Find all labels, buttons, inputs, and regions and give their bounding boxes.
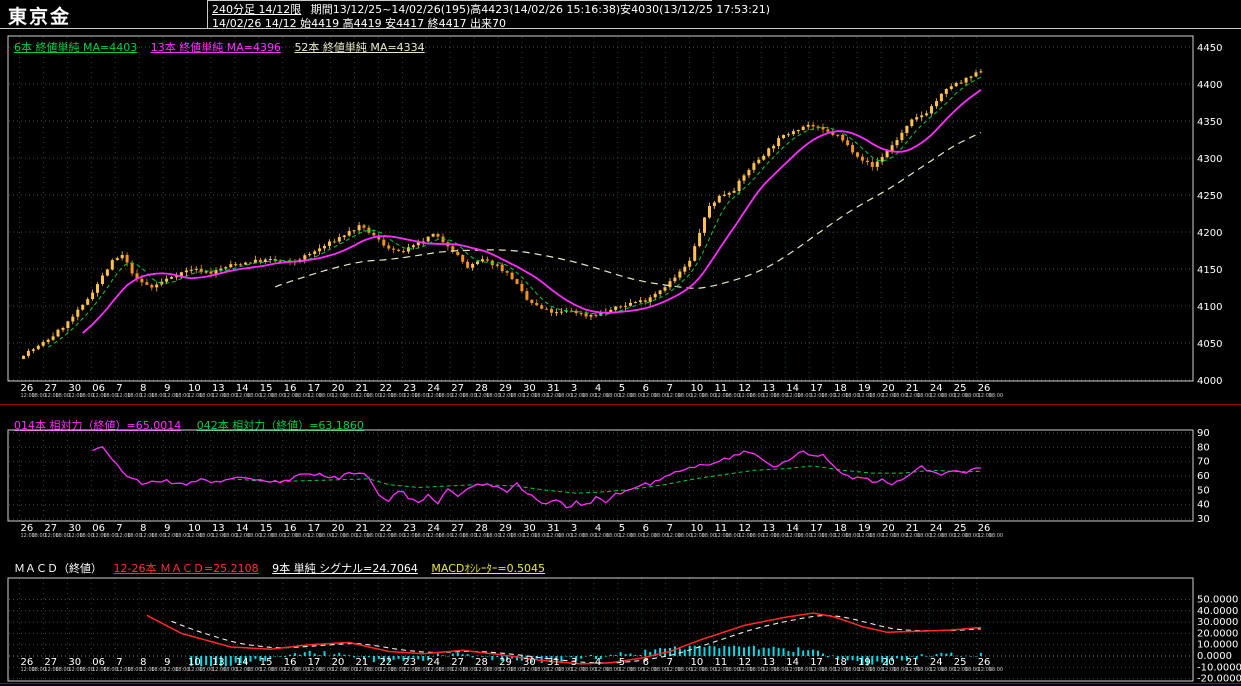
macd-axis-label: 30.0000 — [1197, 617, 1238, 628]
ma52-line — [274, 131, 982, 289]
rsi-axis-label: 90 — [1197, 429, 1210, 439]
rsi-axis-label: 80 — [1197, 442, 1210, 453]
ma6-legend-link[interactable]: 6本 終値単純 MA=4403 — [14, 41, 137, 54]
signal-line — [171, 615, 981, 664]
price-axis-label: 4250 — [1197, 191, 1222, 202]
macd-x-axis: 26 12:00 18:00 27 12:00 18:00 30 12:00 18:00 06 12… — [0, 657, 1241, 677]
price-axis-label: 4100 — [1197, 302, 1222, 313]
price-panel: 4450 4400 4350 4300 4250 4200 4150 4100 4050 4000… — [0, 29, 1241, 404]
price-x-axis: 26 12:00 18:00 27 12:00 18:00 30 12:00 18:00 06 12… — [0, 383, 1241, 403]
ma-legend: 6本 終値単純 MA=4403 13本 終値単純 MA=4396 52本 終値単… — [14, 39, 425, 55]
separator-line-bottom — [0, 683, 1241, 684]
price-plot-border — [7, 35, 1194, 382]
rsi-chart[interactable]: 90 80 70 60 50 40 30 — [0, 429, 1241, 523]
macd-axis-label: 20.0000 — [1197, 628, 1238, 639]
macd-axis-label: 50.0000 — [1197, 595, 1238, 606]
price-axis-label: 4150 — [1197, 265, 1222, 276]
rsi-axis-label: 50 — [1197, 485, 1210, 496]
rsi-axis-label: 60 — [1197, 471, 1210, 482]
time-label: 18:00 — [988, 393, 1004, 399]
price-axis-label: 4350 — [1197, 117, 1222, 128]
rsi-axis-label: 40 — [1197, 500, 1210, 511]
ma13-legend-link[interactable]: 13本 終値単純 MA=4396 — [151, 41, 281, 54]
price-axis-label: 4400 — [1197, 80, 1222, 91]
header: 東京金 240分足 14/12限 期間13/12/25~14/02/26(195… — [0, 0, 1241, 30]
price-chart[interactable]: 4450440043504300425042004150410040504000 — [0, 29, 1241, 404]
time-label: 18:00 — [988, 533, 1004, 539]
price-axis-label: 4450 — [1197, 43, 1222, 54]
chart-window: 東京金 240分足 14/12限 期間13/12/25~14/02/26(195… — [0, 0, 1241, 686]
macd-axis-label: 40.0000 — [1197, 606, 1238, 617]
ma6-line — [47, 76, 982, 348]
header-box-left-line — [207, 0, 208, 28]
rsi-axis-label: 30 — [1197, 514, 1210, 523]
price-axis-label: 4050 — [1197, 339, 1222, 350]
time-label: 18:00 — [988, 667, 1004, 673]
macd-panel: ＭＡＣＤ（終値） 12-26本 ＭＡＣＤ=25.2108 9本 単純 シグナル=… — [0, 555, 1241, 686]
price-axis-label: 4200 — [1197, 228, 1222, 239]
page-title: 東京金 — [8, 6, 72, 28]
rsi14-line — [92, 446, 981, 509]
rsi-x-axis: 26 12:00 18:00 27 12:00 18:00 30 12:00 18:00 06 12… — [0, 523, 1241, 543]
rsi-panel: 014本 相対力（終値）=65.0014 042本 相対力（終値）=63.186… — [0, 405, 1241, 555]
macd-axis-label: 10.0000 — [1197, 640, 1238, 651]
ma13-line — [82, 89, 982, 334]
rsi-axis-label: 70 — [1197, 457, 1210, 468]
price-axis-label: 4300 — [1197, 154, 1222, 165]
candles-layer — [22, 68, 983, 360]
ma52-legend-link[interactable]: 52本 終値単純 MA=4334 — [294, 41, 424, 54]
